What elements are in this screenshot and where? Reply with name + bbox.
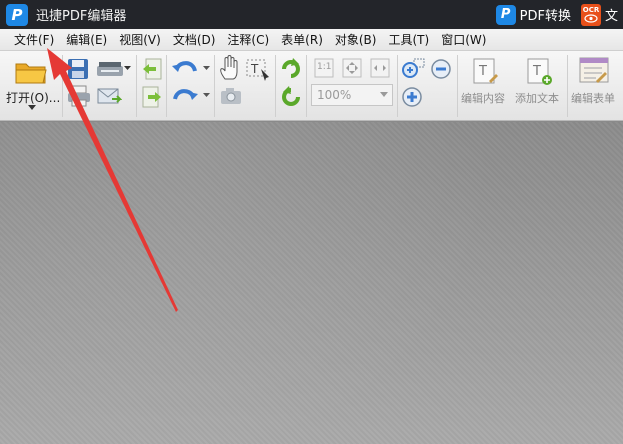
menu-window[interactable]: 窗口(W) [435,29,492,51]
ocr-eye-icon [584,13,598,23]
edit-form-icon[interactable] [578,56,610,86]
svg-text:T: T [478,64,487,79]
toolbar-separator [166,55,167,117]
zoom-value: 100% [317,88,352,102]
menu-tools[interactable]: 工具(T) [382,29,435,51]
toolbar-separator [457,55,458,117]
menu-view[interactable]: 视图(V) [113,29,167,51]
edit-content-label[interactable]: 编辑内容 [461,90,505,106]
redo-icon[interactable] [171,86,199,108]
camera-icon[interactable] [219,86,243,106]
toolbar-separator [397,55,398,117]
menu-object[interactable]: 对象(B) [329,29,383,51]
page-back-icon[interactable] [141,57,163,81]
document-canvas[interactable] [0,122,623,444]
pdf-convert-label: PDF转换 [519,9,571,24]
menu-file[interactable]: 文件(F) [8,29,60,51]
toolbar-separator [567,55,568,117]
open-dropdown-icon[interactable] [28,105,36,111]
title-truncated-text: 文 [605,9,619,24]
chevron-down-icon[interactable] [380,92,388,97]
toolbar-separator [62,55,63,117]
zoom-in-icon[interactable] [400,85,424,109]
email-icon[interactable] [96,85,122,107]
page-forward-icon[interactable] [141,85,163,109]
ocr-button[interactable]: OCR [581,3,601,26]
scan-dropdown-icon[interactable] [124,66,131,71]
edit-form-label[interactable]: 编辑表单 [571,90,615,106]
svg-text:T: T [250,62,259,76]
hand-icon[interactable] [219,55,241,81]
open-label[interactable]: 打开(O)... [6,89,60,106]
save-icon[interactable] [66,57,90,81]
fit-width-icon[interactable] [369,57,391,79]
rotate-clockwise-icon[interactable] [279,57,303,81]
pdf-convert-button[interactable]: P PDF转换 [495,4,571,25]
app-logo-icon: P [6,3,28,26]
toolbar-separator [275,55,276,117]
scanner-icon[interactable] [95,58,125,80]
menu-bar: 文件(F) 编辑(E) 视图(V) 文档(D) 注释(C) 表单(R) 对象(B… [0,29,623,51]
actual-size-label: 1:1 [317,62,332,72]
title-bar-right: P PDF转换 OCR 文 [495,0,623,29]
undo-icon[interactable] [171,58,199,80]
fit-page-icon[interactable] [341,57,363,79]
toolbar-separator [306,55,307,117]
title-bar: P 迅捷PDF编辑器 P PDF转换 OCR 文 [0,0,623,29]
app-title: 迅捷PDF编辑器 [36,9,127,24]
zoom-out-icon[interactable] [429,57,453,81]
zoom-area-icon[interactable] [400,57,426,81]
ocr-label: OCR [582,5,600,14]
menu-form[interactable]: 表单(R) [275,29,329,51]
zoom-select[interactable]: 100% [311,84,393,106]
toolbar-separator [214,55,215,117]
add-text-icon[interactable]: T [525,57,553,87]
menu-comment[interactable]: 注释(C) [221,29,275,51]
svg-text:T: T [532,64,541,79]
redo-dropdown-icon[interactable] [203,93,210,98]
edit-content-icon[interactable]: T [471,57,499,87]
undo-dropdown-icon[interactable] [203,66,210,71]
add-text-label[interactable]: 添加文本 [515,90,559,106]
pdf-convert-logo-icon: P [495,4,516,25]
toolbar-separator [136,55,137,117]
menu-document[interactable]: 文档(D) [167,29,222,51]
select-text-icon[interactable]: T [245,57,271,81]
rotate-counterclockwise-icon[interactable] [279,85,303,109]
printer-icon[interactable] [66,84,92,108]
menu-edit[interactable]: 编辑(E) [60,29,113,51]
folder-icon[interactable] [14,58,48,86]
